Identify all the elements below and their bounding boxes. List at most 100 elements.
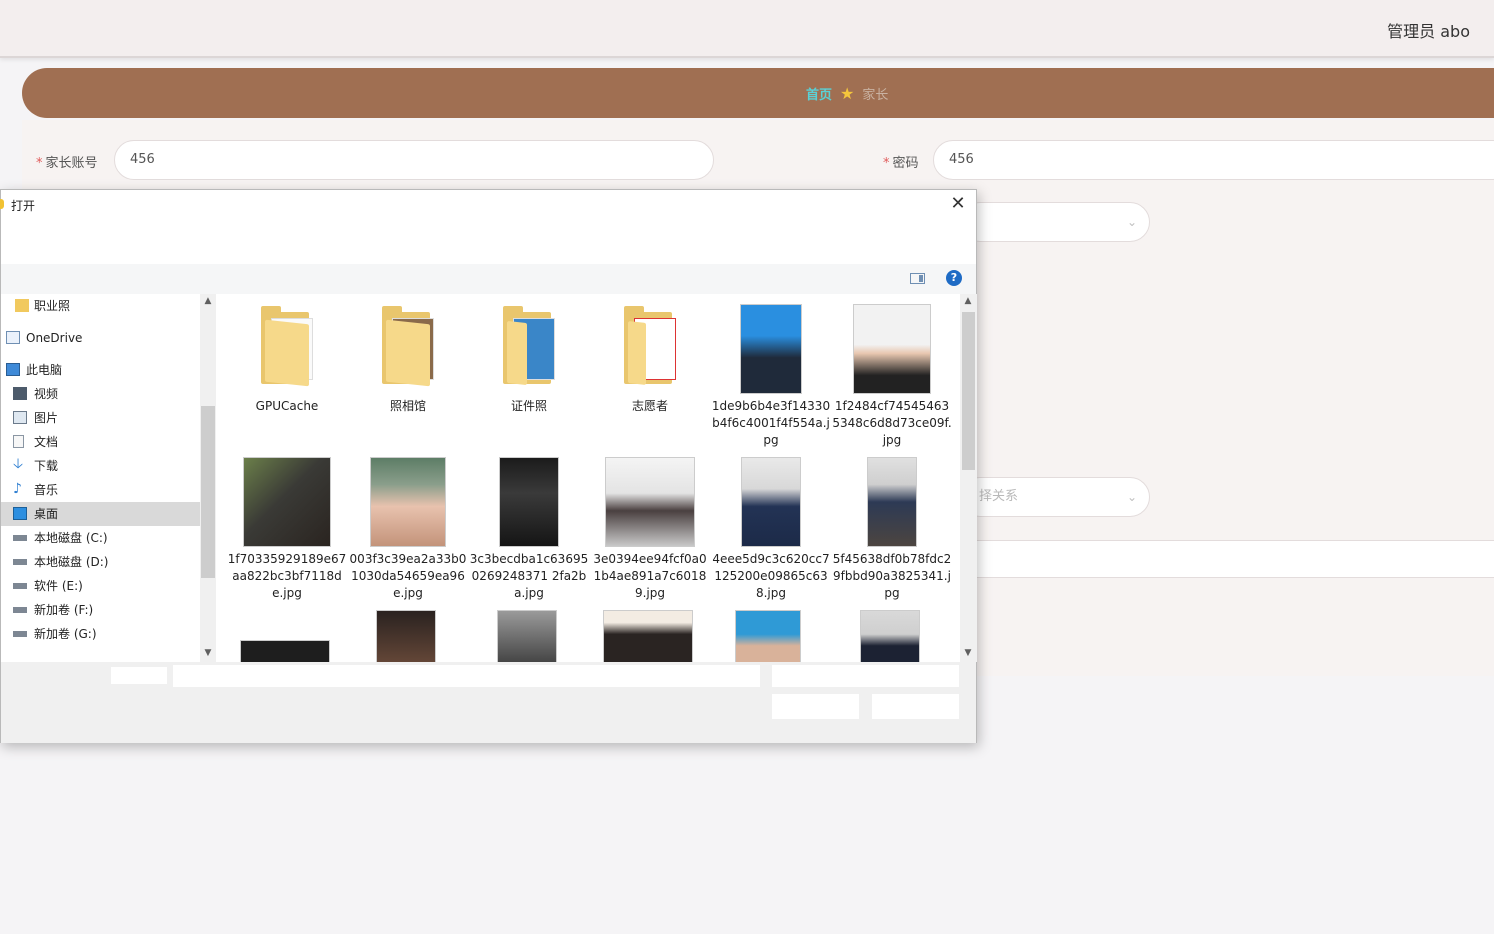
image-thumbnail[interactable] xyxy=(860,610,920,662)
select-field[interactable]: ⌄ xyxy=(960,202,1150,242)
computer-icon xyxy=(6,363,20,376)
navigation-pane: 职业照 OneDrive 此电脑 视频 图片 文档 🡣 下载 ♪ 音乐 桌面 本… xyxy=(1,294,200,662)
scrollbar-thumb[interactable] xyxy=(962,312,975,470)
password-label: * 密码 xyxy=(883,152,919,171)
image-thumbnail[interactable] xyxy=(735,610,801,662)
file-name: 3c3becdba1c636950269248371 2fa2ba.jpg xyxy=(469,552,589,600)
nav-item-label: 新加卷 (F:) xyxy=(34,603,94,617)
open-button[interactable] xyxy=(772,694,859,719)
account-label-text: 家长账号 xyxy=(45,156,98,171)
dialog-title: 打开 xyxy=(11,199,36,213)
drive-icon xyxy=(13,559,27,565)
filename-label xyxy=(111,667,167,684)
nav-item-drive-f[interactable]: 新加卷 (F:) xyxy=(1,598,200,622)
breadcrumb-home[interactable]: 首页 xyxy=(806,84,832,103)
top-header: 管理员 abo xyxy=(0,0,1494,58)
file-type-select[interactable] xyxy=(772,665,959,687)
breadcrumb-current: 家长 xyxy=(862,88,889,103)
breadcrumb-bar: 首页 ★ 家长 xyxy=(22,68,1494,118)
star-icon: ★ xyxy=(840,83,855,103)
nav-item-label: 图片 xyxy=(34,411,59,425)
image-thumbnail[interactable] xyxy=(240,640,330,662)
nav-item-label: 视频 xyxy=(34,387,59,401)
nav-item-onedrive[interactable]: OneDrive xyxy=(1,326,200,350)
file-name: 3e0394ee94fcf0a01b4ae891a7c60189.jpg xyxy=(593,552,707,600)
password-label-text: 密码 xyxy=(892,156,919,171)
filename-input[interactable] xyxy=(173,665,760,687)
nav-item-label: 音乐 xyxy=(34,483,59,497)
scrollbar-thumb[interactable] xyxy=(201,406,215,578)
scroll-up-icon[interactable]: ▲ xyxy=(202,296,214,308)
drive-icon xyxy=(13,607,27,613)
nav-item-label: 下载 xyxy=(34,459,59,473)
desktop-icon xyxy=(13,507,27,520)
file-name: 照相馆 xyxy=(389,399,426,413)
nav-item-downloads[interactable]: 🡣 下载 xyxy=(1,454,200,478)
file-name: 1f2484cf745454635348c6d8d73ce09f.jpg xyxy=(832,399,952,447)
nav-scrollbar[interactable]: ▲ ▼ xyxy=(200,294,216,662)
folder-icon xyxy=(0,199,4,209)
nav-item-career-photos[interactable]: 职业照 xyxy=(1,294,200,318)
nav-item-label: OneDrive xyxy=(26,331,83,345)
file-name: 003f3c39ea2a33b01030da54659ea96e.jpg xyxy=(349,552,467,600)
file-name: GPUCache xyxy=(255,399,319,413)
nav-item-desktop[interactable]: 桌面 xyxy=(1,502,200,526)
close-button[interactable]: ✕ xyxy=(948,194,968,214)
account-input[interactable]: 456 xyxy=(114,140,714,180)
cancel-button[interactable] xyxy=(872,694,959,719)
music-icon: ♪ xyxy=(13,481,22,497)
scroll-down-icon[interactable]: ▼ xyxy=(202,648,214,660)
documents-icon xyxy=(13,435,24,448)
onedrive-icon xyxy=(6,331,20,344)
image-thumbnail xyxy=(867,457,917,547)
folder-icon xyxy=(15,299,29,312)
folder-icon xyxy=(624,304,680,385)
password-input[interactable]: 456 xyxy=(933,140,1494,180)
nav-item-label: 新加卷 (G:) xyxy=(34,627,97,641)
image-thumbnail xyxy=(243,457,331,547)
nav-item-music[interactable]: ♪ 音乐 xyxy=(1,478,200,502)
text-field[interactable] xyxy=(976,540,1494,578)
required-mark: * xyxy=(883,156,890,171)
folder-icon xyxy=(503,304,559,386)
user-menu[interactable]: 管理员 abo xyxy=(1387,18,1470,42)
file-name: 志愿者 xyxy=(631,399,668,413)
file-name: 证件照 xyxy=(510,399,547,413)
nav-item-drive-c[interactable]: 本地磁盘 (C:) xyxy=(1,526,200,550)
image-thumbnail xyxy=(853,304,931,394)
image-thumbnail[interactable] xyxy=(497,610,557,662)
help-icon[interactable]: ? xyxy=(946,270,962,286)
nav-item-documents[interactable]: 文档 xyxy=(1,430,200,454)
file-name: 5f45638df0b78fdc29fbbd90a3825341.jpg xyxy=(832,552,952,600)
required-mark: * xyxy=(36,156,43,171)
relation-select[interactable]: 择关系 ⌄ xyxy=(960,477,1150,517)
file-name: 1f70335929189e67aa822bc3bf7118de.jpg xyxy=(227,552,347,600)
file-scrollbar[interactable]: ▲ ▼ xyxy=(960,294,977,662)
image-thumbnail[interactable] xyxy=(376,610,436,662)
nav-item-pictures[interactable]: 图片 xyxy=(1,406,200,430)
image-thumbnail xyxy=(605,457,695,547)
nav-item-drive-e[interactable]: 软件 (E:) xyxy=(1,574,200,598)
nav-item-drive-g[interactable]: 新加卷 (G:) xyxy=(1,622,200,646)
file-name: 4eee5d9c3c620cc7125200e09865c638.jpg xyxy=(712,552,830,600)
scroll-down-icon[interactable]: ▼ xyxy=(962,648,974,660)
dialog-titlebar: 打开 ✕ xyxy=(0,190,976,220)
account-label: * 家长账号 xyxy=(36,152,98,171)
nav-item-label: 软件 (E:) xyxy=(34,579,83,593)
nav-item-this-pc[interactable]: 此电脑 xyxy=(1,358,200,382)
drive-icon xyxy=(13,583,27,589)
file-open-dialog: 打开 ✕ ? 职业照 OneDrive 此电脑 视频 图片 文档 🡣 下载 ♪ … xyxy=(0,189,977,743)
image-thumbnail xyxy=(741,457,801,547)
image-thumbnail xyxy=(370,457,446,547)
image-thumbnail[interactable] xyxy=(603,610,693,662)
scroll-up-icon[interactable]: ▲ xyxy=(962,296,974,308)
folder-icon xyxy=(261,304,317,387)
nav-item-videos[interactable]: 视频 xyxy=(1,382,200,406)
download-icon: 🡣 xyxy=(13,456,24,472)
nav-item-drive-d[interactable]: 本地磁盘 (D:) xyxy=(1,550,200,574)
folder-icon xyxy=(382,304,438,387)
chevron-down-icon: ⌄ xyxy=(1126,215,1137,229)
preview-pane-icon[interactable] xyxy=(910,273,925,284)
breadcrumb: 首页 ★ 家长 xyxy=(806,84,888,103)
relation-placeholder: 择关系 xyxy=(979,489,1019,504)
